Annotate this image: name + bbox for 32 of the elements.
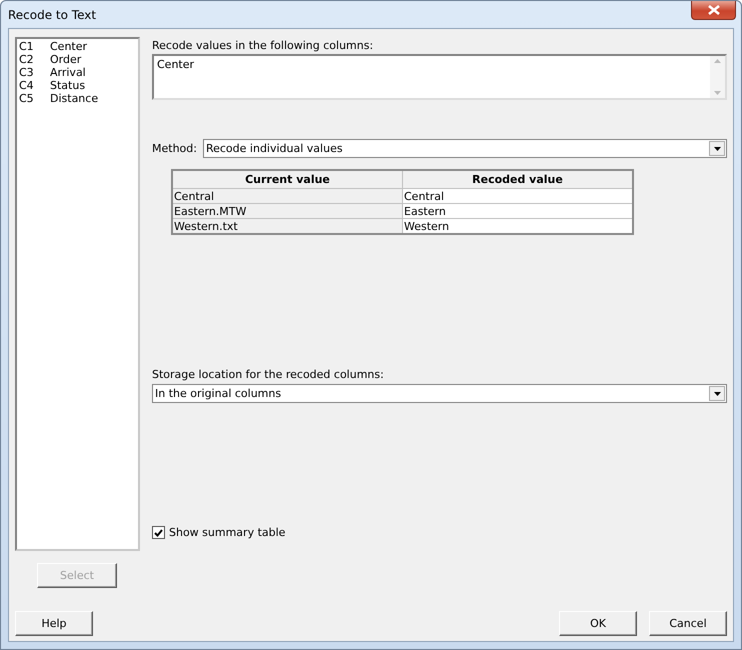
- column-name[interactable]: Arrival: [50, 66, 86, 79]
- column-header: Current value: [172, 170, 402, 188]
- table-cell: Eastern.MTW: [172, 204, 402, 218]
- footer-button[interactable]: Cancel: [649, 611, 727, 636]
- footer-button[interactable]: OK: [559, 611, 637, 636]
- close-icon: [708, 5, 720, 15]
- dropdown-arrow-icon: [714, 146, 720, 150]
- column-number: C2: [19, 53, 35, 66]
- dropdown-arrow-icon: [714, 392, 720, 396]
- column-number: C5: [19, 92, 35, 105]
- method-label: Method:: [152, 142, 197, 155]
- variable-list[interactable]: C1 Center C2 Order C3 Arrival C4 Status C5 Distance: [15, 37, 140, 551]
- storage-label: Storage location for the recoded columns:: [152, 368, 385, 381]
- window-title: Recode to Text: [8, 8, 96, 22]
- column-name[interactable]: Order: [50, 53, 82, 66]
- table-cell[interactable]: Central: [402, 188, 633, 204]
- storage-dropdown[interactable]: In the original columns: [152, 384, 727, 403]
- checkbox-label[interactable]: Show summary table: [169, 526, 286, 539]
- summary-checkbox[interactable]: [152, 526, 165, 539]
- column-number: C3: [19, 66, 35, 79]
- method-dropdown[interactable]: Recode individual values: [202, 139, 727, 158]
- column-name[interactable]: Distance: [50, 92, 98, 105]
- field-label: Recode values in the following columns:: [152, 39, 374, 52]
- column-number: C1: [19, 40, 35, 53]
- column-header: Recoded value: [402, 170, 633, 188]
- table-cell: Central: [172, 188, 402, 204]
- column-name[interactable]: Status: [50, 79, 86, 92]
- column-number: C4: [19, 79, 35, 92]
- column-name[interactable]: Center: [50, 40, 88, 53]
- footer-button[interactable]: Help: [15, 611, 93, 636]
- close-button[interactable]: [691, 1, 736, 20]
- table-cell: Western.txt: [172, 218, 402, 234]
